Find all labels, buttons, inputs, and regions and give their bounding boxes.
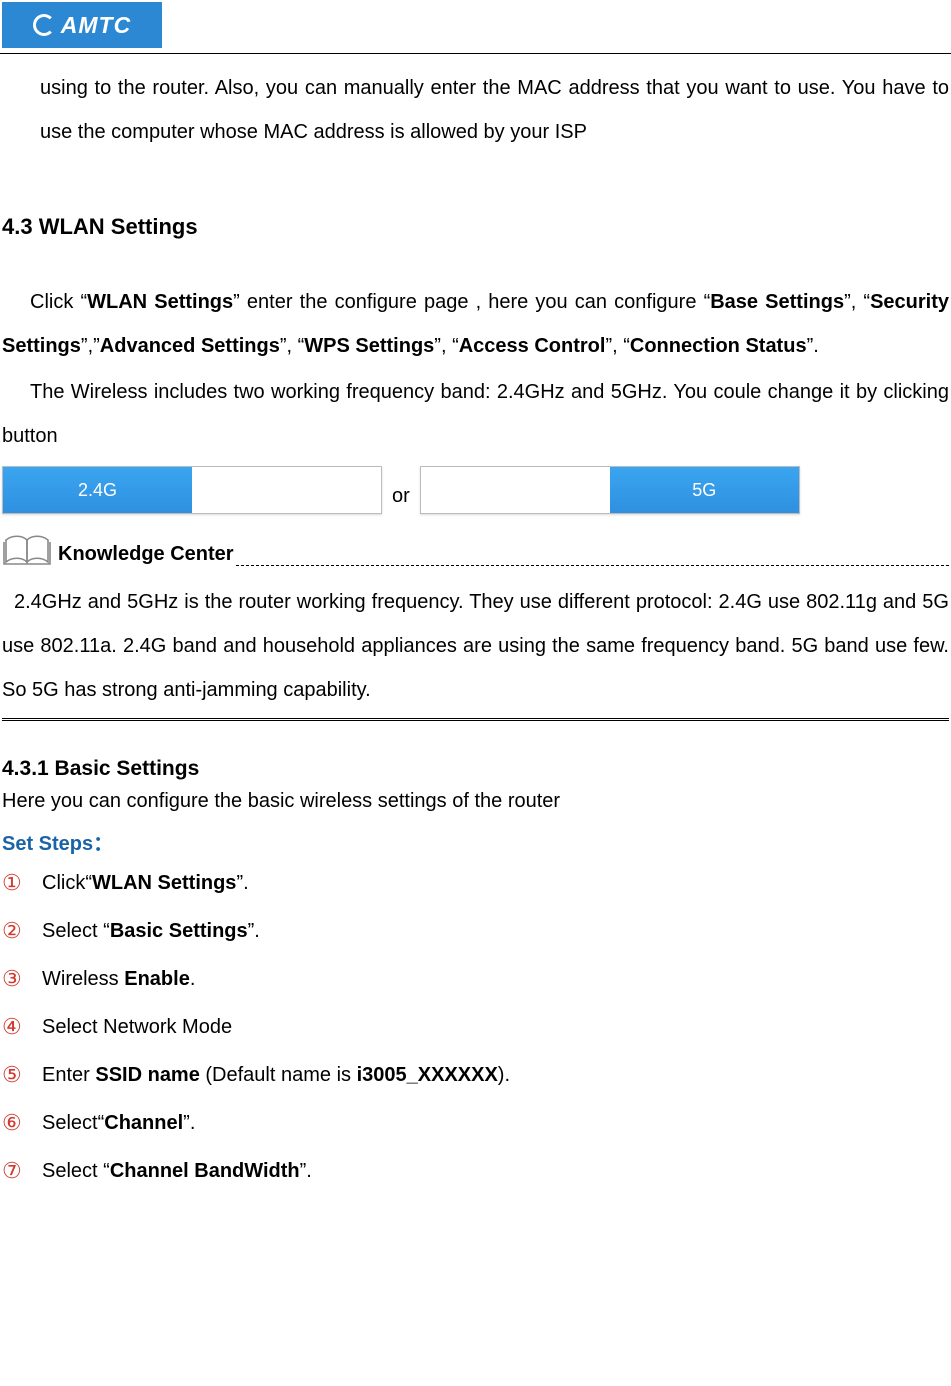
step-number: ② <box>2 918 42 944</box>
step-number: ④ <box>2 1014 42 1040</box>
section-double-separator <box>2 718 949 721</box>
or-text: or <box>382 485 420 514</box>
step-number: ⑥ <box>2 1110 42 1136</box>
step-5: ⑤ Enter SSID name (Default name is i3005… <box>2 1062 949 1088</box>
step-3: ③ Wireless Enable. <box>2 966 949 992</box>
book-icon <box>2 532 52 566</box>
subsection-desc: Here you can configure the basic wireles… <box>2 785 949 817</box>
logo-text: AMTC <box>61 12 131 39</box>
set-steps-heading: Set Steps： <box>2 827 949 856</box>
step-number: ① <box>2 870 42 896</box>
section-heading: 4.3 WLAN Settings <box>2 214 949 240</box>
wlan-paragraph: Click “WLAN Settings” enter the configur… <box>2 280 949 368</box>
step-4: ④ Select Network Mode <box>2 1014 949 1040</box>
band-toggle-24g[interactable]: 2.4G <box>2 466 382 514</box>
band-5g-other[interactable] <box>421 467 610 513</box>
subsection-heading: 4.3.1 Basic Settings <box>2 757 949 781</box>
step-2: ② Select “Basic Settings”. <box>2 918 949 944</box>
step-number: ③ <box>2 966 42 992</box>
step-number: ⑤ <box>2 1062 42 1088</box>
band-24g-other[interactable] <box>192 467 381 513</box>
header-separator <box>0 53 951 54</box>
freq-paragraph: The Wireless includes two working freque… <box>2 370 949 458</box>
step-6: ⑥ Select“Channel”. <box>2 1110 949 1136</box>
kc-dashes <box>236 552 949 566</box>
kc-body: 2.4GHz and 5GHz is the router working fr… <box>2 580 949 712</box>
step-number: ⑦ <box>2 1158 42 1184</box>
band-toggle-row: 2.4G or 5G <box>2 466 949 514</box>
intro-paragraph: using to the router. Also, you can manua… <box>2 66 949 154</box>
step-7: ⑦ Select “Channel BandWidth”. <box>2 1158 949 1184</box>
band-24g-active[interactable]: 2.4G <box>3 467 192 513</box>
band-5g-active[interactable]: 5G <box>610 467 799 513</box>
step-1: ① Click“WLAN Settings”. <box>2 870 949 896</box>
knowledge-center-heading: Knowledge Center <box>2 532 949 566</box>
kc-label: Knowledge Center <box>58 543 234 566</box>
brand-logo: AMTC <box>2 2 162 48</box>
band-toggle-5g[interactable]: 5G <box>420 466 800 514</box>
logo-spin-icon <box>33 14 55 36</box>
